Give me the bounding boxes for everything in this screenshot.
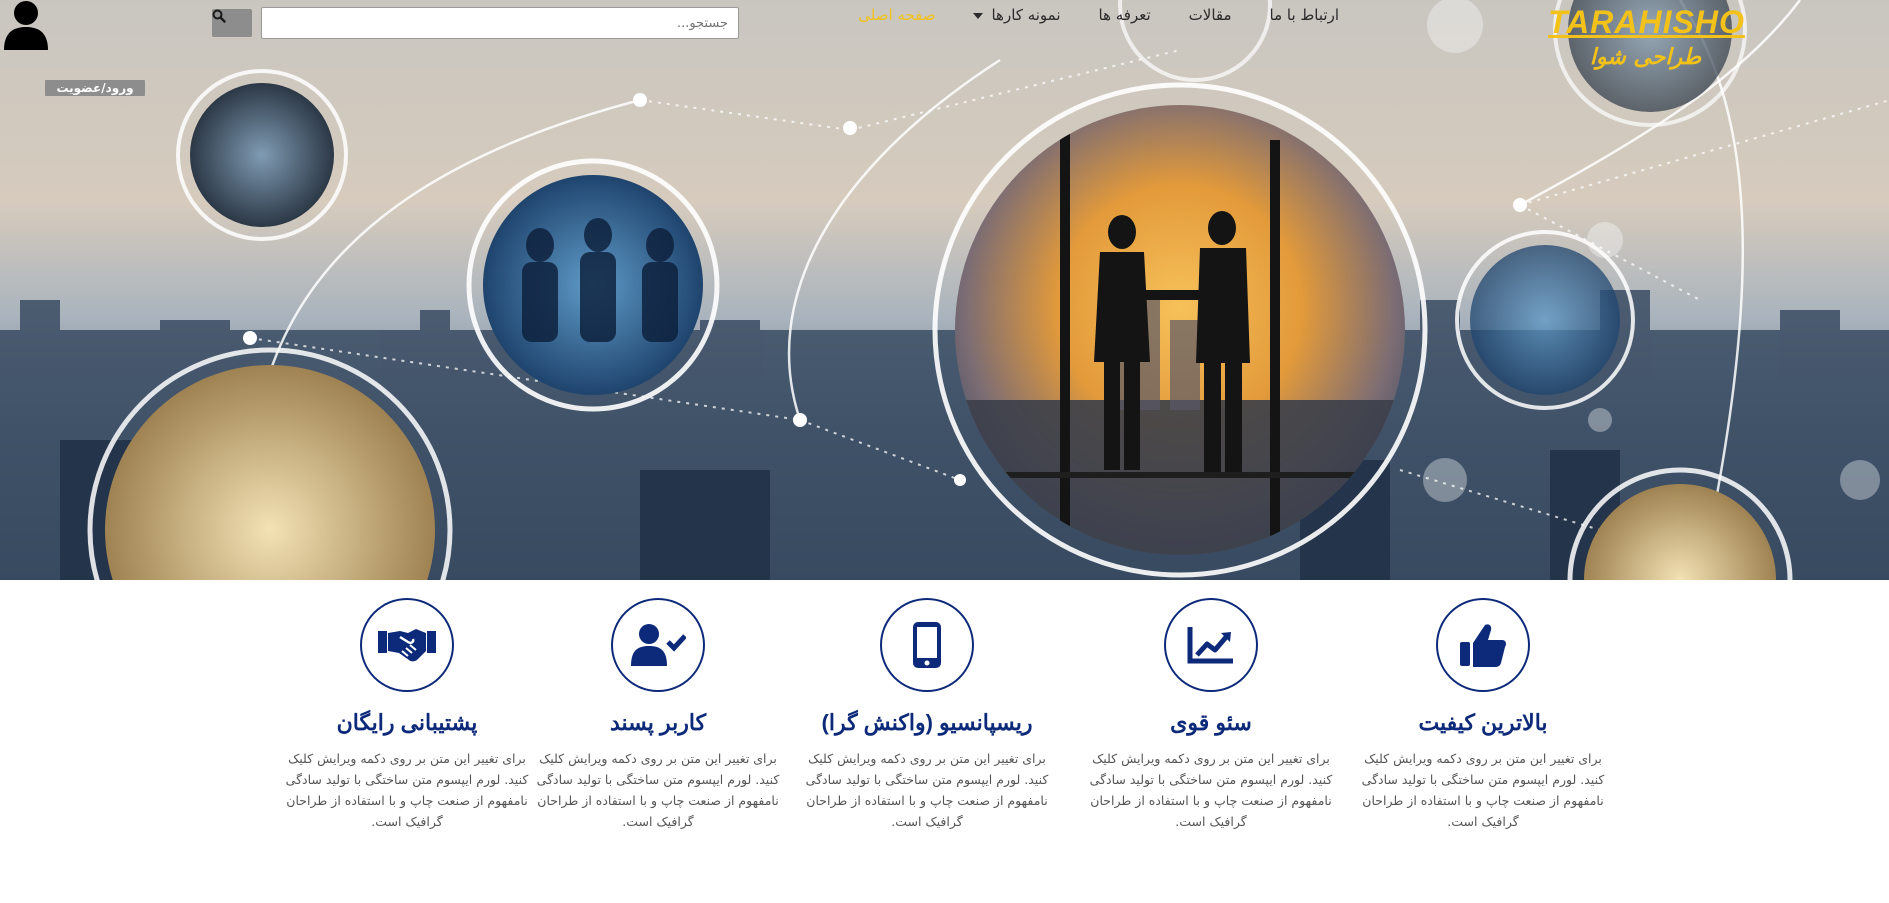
nav-item-home[interactable]: صفحه اصلی <box>858 6 935 24</box>
feature-description: برای تغییر این متن بر روی دکمه ویرایش کل… <box>1089 751 1333 829</box>
search-icon <box>212 9 226 23</box>
search-button[interactable] <box>212 9 252 37</box>
nav-item-contact[interactable]: ارتباط با ما <box>1270 6 1339 24</box>
mobile-icon <box>913 622 941 668</box>
feature-description: برای تغییر این متن بر روی دکمه ویرایش کل… <box>536 751 780 829</box>
nav-item-portfolio[interactable]: نمونه کارها <box>973 6 1061 24</box>
main-nav: صفحه اصلی نمونه کارها تعرفه ها مقالات ار… <box>858 6 1339 24</box>
nav-item-portfolio-label: نمونه کارها <box>991 6 1061 24</box>
user-icon[interactable] <box>0 0 52 50</box>
feature-description: برای تغییر این متن بر روی دکمه ویرایش کل… <box>285 751 529 829</box>
caret-down-icon <box>973 12 984 19</box>
feature-support: پشتیبانی رایگان برای تغییر این متن بر رو… <box>277 598 537 832</box>
chart-line-icon <box>1187 627 1233 664</box>
feature-title: سئو قوی <box>1170 710 1252 735</box>
feature-user-friendly: کاربر پسند برای تغییر این متن بر روی دکم… <box>528 598 788 832</box>
nav-item-pricing[interactable]: تعرفه ها <box>1099 6 1151 24</box>
handshake-icon <box>378 629 436 662</box>
feature-seo: سئو قوی برای تغییر این متن بر روی دکمه و… <box>1081 598 1341 832</box>
feature-description: برای تغییر این متن بر روی دکمه ویرایش کل… <box>805 751 1049 829</box>
nav-item-articles[interactable]: مقالات <box>1189 6 1232 24</box>
feature-title: بالاترین کیفیت <box>1418 710 1548 735</box>
feature-icon-circle <box>611 598 705 692</box>
user-check-icon <box>631 624 686 666</box>
login-register-button[interactable]: ورود/عضویت <box>45 80 145 96</box>
site-logo[interactable]: TARAHISHO طراحی شوا <box>1548 4 1745 70</box>
thumbs-up-icon <box>1460 624 1506 667</box>
hero-image <box>0 0 1889 580</box>
logo-text-fa: طراحی شوا <box>1589 45 1702 70</box>
feature-title: کاربر پسند <box>609 710 707 735</box>
feature-title: ریسپانسیو (واکنش گرا) <box>821 710 1033 735</box>
feature-icon-circle <box>360 598 454 692</box>
search-input[interactable] <box>261 7 739 39</box>
hero-banner: TARAHISHO طراحی شوا صفحه اصلی نمونه کاره… <box>0 0 1889 580</box>
feature-icon-circle <box>880 598 974 692</box>
feature-quality: بالاترین کیفیت برای تغییر این متن بر روی… <box>1353 598 1613 832</box>
feature-icon-circle <box>1164 598 1258 692</box>
feature-responsive: ریسپانسیو (واکنش گرا) برای تغییر این متن… <box>797 598 1057 832</box>
feature-title: پشتیبانی رایگان <box>336 710 478 735</box>
feature-description: برای تغییر این متن بر روی دکمه ویرایش کل… <box>1361 751 1605 829</box>
logo-text-en: TARAHISHO <box>1548 4 1745 40</box>
feature-icon-circle <box>1436 598 1530 692</box>
